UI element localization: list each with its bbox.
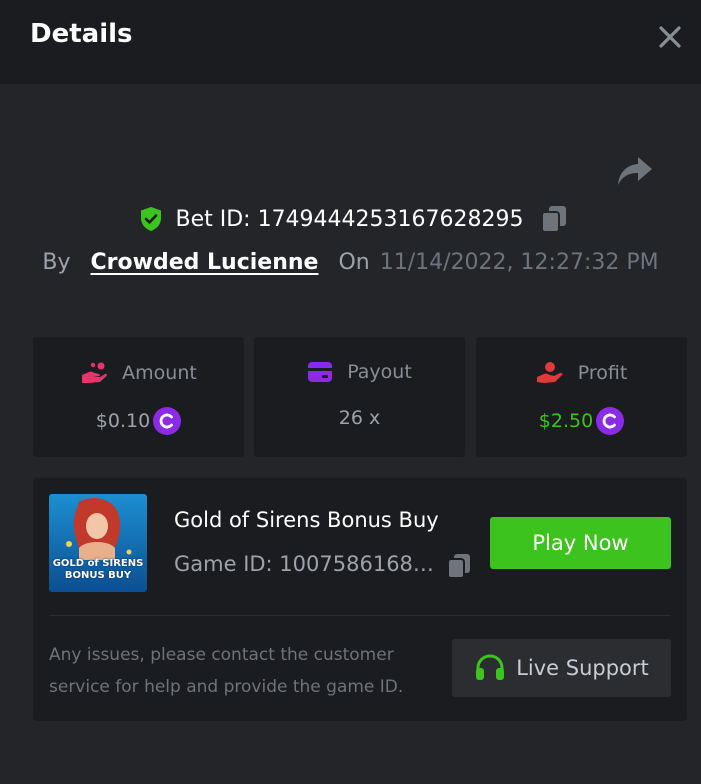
coin-c-icon — [596, 407, 625, 435]
by-label: By — [42, 249, 71, 275]
amount-value: $0.10 — [95, 410, 151, 432]
play-now-button[interactable]: Play Now — [490, 517, 671, 569]
profit-card: Profit $2.50 — [476, 337, 687, 457]
live-support-label: Live Support — [516, 656, 649, 680]
game-panel: GOLD of SIRENS BONUS BUY Gold of Sirens … — [33, 478, 687, 721]
game-thumbnail[interactable]: GOLD of SIRENS BONUS BUY — [49, 494, 147, 592]
modal-title: Details — [30, 19, 133, 49]
modal-header: Details — [0, 0, 701, 84]
share-icon[interactable] — [616, 154, 654, 188]
bet-id-text: Bet ID: 1749444253167628295 — [175, 206, 524, 232]
live-support-button[interactable]: Live Support — [452, 639, 671, 697]
bet-datetime: 11/14/2022, 12:27:32 PM — [379, 249, 659, 275]
shield-check-icon — [141, 207, 162, 231]
close-icon[interactable] — [657, 24, 683, 50]
bet-id-line: Bet ID: 1749444253167628295 — [0, 202, 701, 236]
bet-byline: By Crowded Lucienne On 11/14/2022, 12:27… — [0, 244, 701, 280]
profit-value: $2.50 — [538, 410, 594, 432]
user-link[interactable]: Crowded Lucienne — [91, 250, 319, 275]
copy-icon[interactable] — [540, 204, 568, 234]
coin-c-icon — [153, 407, 182, 435]
support-notice: Any issues, please contact the customer … — [49, 645, 404, 697]
copy-icon[interactable] — [446, 552, 472, 580]
thumbnail-subtitle: BONUS BUY — [64, 570, 132, 581]
wallet-card-icon — [308, 362, 333, 382]
hand-coins-icon — [82, 362, 108, 383]
divider — [49, 615, 671, 616]
amount-label: Amount — [122, 362, 197, 384]
headset-icon — [476, 654, 505, 680]
game-name: Gold of Sirens Bonus Buy — [174, 508, 439, 532]
payout-card: Payout 26 x — [254, 337, 465, 457]
hand-money-icon — [536, 362, 563, 383]
payout-label: Payout — [347, 361, 412, 383]
on-label: On — [338, 249, 370, 275]
payout-value: 26 x — [338, 407, 381, 429]
thumbnail-title: GOLD of SIRENS — [52, 558, 144, 569]
profit-label: Profit — [577, 362, 628, 384]
amount-card: Amount $0.10 — [33, 337, 244, 457]
game-id: Game ID: 10075861681... — [174, 552, 444, 576]
